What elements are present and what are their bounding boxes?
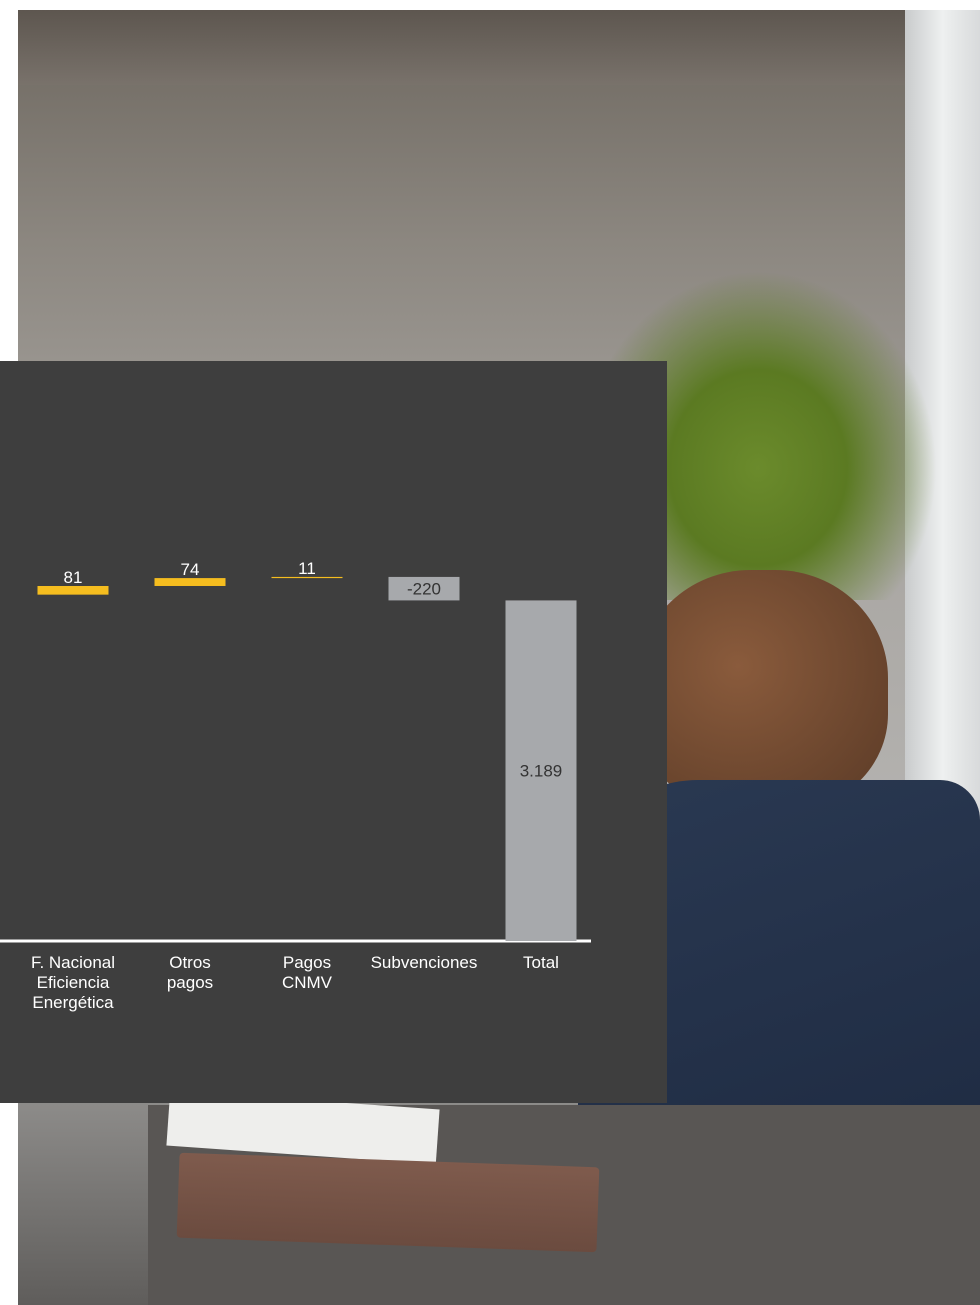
category-label: F. Nacional Eficiencia Energética — [30, 953, 116, 1012]
category-label: Subvenciones — [370, 953, 478, 972]
data-label: 74 — [181, 560, 200, 579]
notebook — [176, 1152, 600, 1253]
bar-step — [37, 585, 109, 595]
data-label: -220 — [407, 580, 441, 599]
category-label: Total — [523, 953, 559, 972]
data-label: 3.189 — [520, 762, 563, 781]
bar-step — [154, 578, 226, 586]
data-label: 11 — [298, 559, 316, 578]
ceiling — [18, 10, 918, 85]
person-head — [638, 570, 888, 810]
category-label: Pagos CNMV — [281, 953, 333, 992]
chart-panel: 81 74 11 -220 3.189 F. Nacional Eficiencia E… — [0, 361, 667, 1103]
category-label: Otros pagos — [166, 953, 214, 992]
data-label: 81 — [64, 568, 83, 587]
